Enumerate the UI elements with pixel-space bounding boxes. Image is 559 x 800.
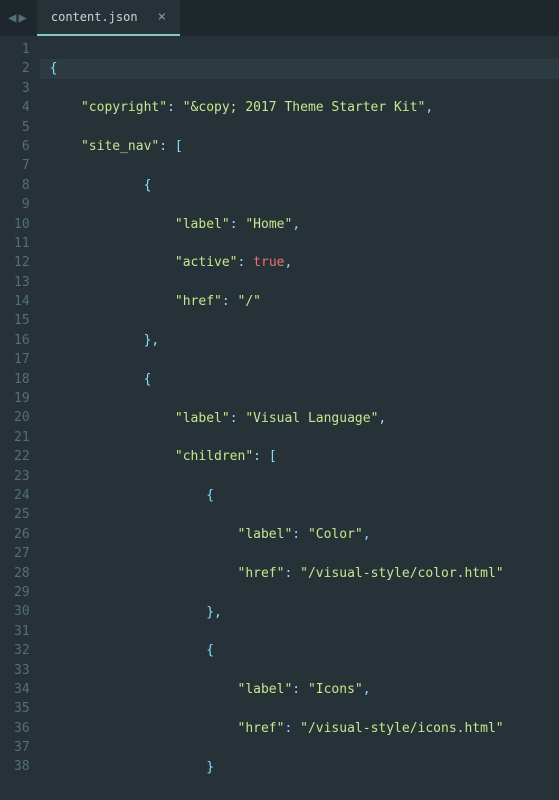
tab-active[interactable]: content.json × [37,0,180,36]
line-number: 36 [14,719,30,738]
editor[interactable]: 1 2 3 4 5 6 7 8 9 10 11 12 13 14 15 16 1… [0,36,559,800]
line-number: 35 [14,699,30,718]
line-number: 20 [14,408,30,427]
code-line[interactable]: ] [40,797,559,800]
code-line[interactable]: "label": "Home", [40,215,559,234]
line-number: 21 [14,428,30,447]
code-line[interactable]: }, [40,331,559,350]
line-number: 5 [14,118,30,137]
line-number: 38 [14,757,30,776]
line-number: 2 [14,59,30,78]
line-number: 26 [14,525,30,544]
line-number: 30 [14,602,30,621]
line-number: 28 [14,564,30,583]
code-line[interactable]: "href": "/visual-style/color.html" [40,564,559,583]
close-icon[interactable]: × [158,9,166,25]
line-number: 18 [14,370,30,389]
code-line[interactable]: "href": "/visual-style/icons.html" [40,719,559,738]
line-number: 7 [14,156,30,175]
tab-bar: ◀ ▶ content.json × [0,0,559,36]
line-number: 4 [14,98,30,117]
line-number: 17 [14,350,30,369]
code-line[interactable]: { [40,370,559,389]
line-gutter: 1 2 3 4 5 6 7 8 9 10 11 12 13 14 15 16 1… [0,36,40,800]
code-line[interactable]: "site_nav": [ [40,137,559,156]
code-line[interactable]: "label": "Icons", [40,680,559,699]
nav-forward-icon[interactable]: ▶ [18,10,26,26]
line-number: 19 [14,389,30,408]
code-line[interactable]: } [40,758,559,777]
line-number: 11 [14,234,30,253]
line-number: 16 [14,331,30,350]
line-number: 9 [14,195,30,214]
nav-arrows: ◀ ▶ [8,10,27,26]
code-line[interactable]: { [40,486,559,505]
line-number: 32 [14,641,30,660]
line-number: 31 [14,622,30,641]
tab-title: content.json [51,10,138,24]
line-number: 6 [14,137,30,156]
line-number: 14 [14,292,30,311]
code-line[interactable]: "href": "/" [40,292,559,311]
line-number: 34 [14,680,30,699]
line-number: 27 [14,544,30,563]
line-number: 8 [14,176,30,195]
line-number: 37 [14,738,30,757]
code-line[interactable]: "copyright": "&copy; 2017 Theme Starter … [40,98,559,117]
line-number: 29 [14,583,30,602]
code-area[interactable]: { "copyright": "&copy; 2017 Theme Starte… [40,36,559,800]
line-number: 25 [14,505,30,524]
line-number: 24 [14,486,30,505]
line-number: 12 [14,253,30,272]
code-line[interactable]: "children": [ [40,447,559,466]
code-line[interactable]: "label": "Color", [40,525,559,544]
line-number: 33 [14,661,30,680]
line-number: 1 [14,40,30,59]
code-line[interactable]: "label": "Visual Language", [40,409,559,428]
code-line[interactable]: { [40,59,559,78]
line-number: 3 [14,79,30,98]
nav-back-icon[interactable]: ◀ [8,10,16,26]
code-line[interactable]: { [40,176,559,195]
line-number: 13 [14,273,30,292]
line-number: 15 [14,311,30,330]
code-line[interactable]: "active": true, [40,253,559,272]
line-number: 22 [14,447,30,466]
line-number: 23 [14,467,30,486]
line-number: 10 [14,215,30,234]
code-line[interactable]: }, [40,603,559,622]
code-line[interactable]: { [40,641,559,660]
